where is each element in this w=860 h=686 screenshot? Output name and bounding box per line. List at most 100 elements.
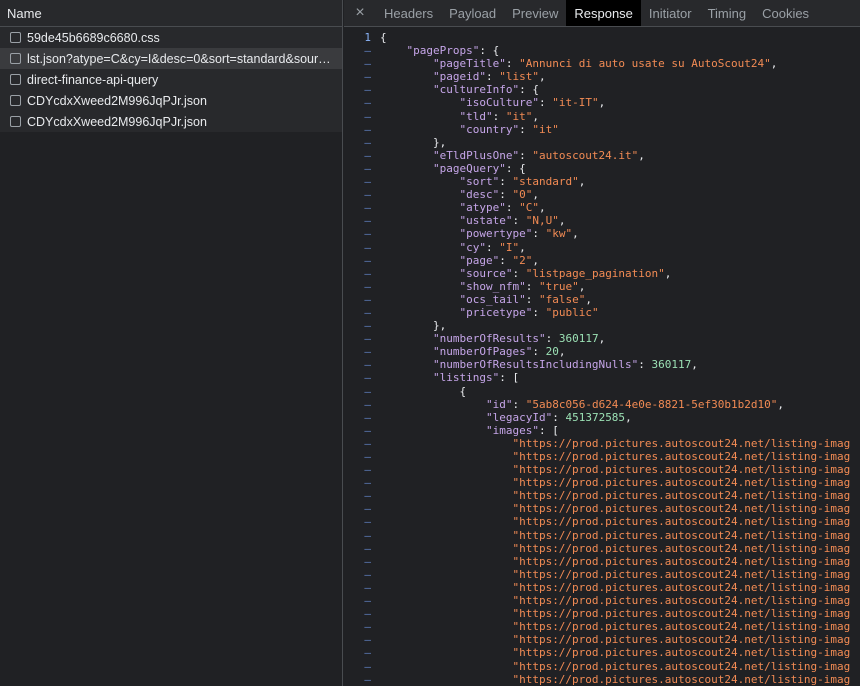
code-line: – "https://prod.pictures.autoscout24.net… — [344, 607, 860, 620]
code-text: "https://prod.pictures.autoscout24.net/l… — [380, 594, 850, 607]
code-text: "desc": "0", — [380, 188, 539, 201]
code-line: – "powertype": "kw", — [344, 227, 860, 240]
close-icon[interactable]: × — [344, 0, 376, 26]
request-row[interactable]: lst.json?atype=C&cy=I&desc=0&sort=standa… — [0, 48, 342, 69]
code-text: "https://prod.pictures.autoscout24.net/l… — [380, 542, 850, 555]
json-key: "listings" — [432, 371, 500, 385]
json-punct: : — [499, 188, 513, 202]
request-checkbox[interactable] — [10, 95, 21, 106]
code-text: "pricetype": "public" — [380, 305, 599, 319]
json-punct: , — [558, 345, 566, 359]
json-punct: , — [664, 266, 672, 280]
code-text: "https://prod.pictures.autoscout24.net/l… — [380, 568, 850, 581]
code-text: "https://prod.pictures.autoscout24.net/l… — [380, 581, 850, 594]
json-punct — [380, 660, 512, 673]
code-line: – "https://prod.pictures.autoscout24.net… — [344, 555, 860, 568]
name-column-header[interactable]: Name — [0, 0, 342, 27]
response-code-viewer[interactable]: 1{– "pageProps": {– "pageTitle": "Annunc… — [344, 27, 860, 686]
json-string: "https://prod.pictures.autoscout24.net/l… — [512, 646, 851, 660]
line-gutter: – — [364, 214, 371, 228]
line-gutter: – — [364, 319, 371, 333]
line-gutter: – — [364, 188, 371, 202]
request-checkbox[interactable] — [10, 116, 21, 127]
code-line: – "https://prod.pictures.autoscout24.net… — [344, 489, 860, 502]
code-text: "powertype": "kw", — [380, 227, 579, 241]
tab-payload[interactable]: Payload — [441, 0, 504, 26]
line-gutter: – — [364, 266, 371, 280]
line-gutter: – — [364, 109, 371, 123]
code-line: – "id": "5ab8c056-d624-4e0e-8821-5ef30b1… — [344, 398, 860, 411]
code-text: "numberOfResults": 360117, — [380, 332, 605, 345]
json-punct — [380, 254, 459, 267]
tab-preview[interactable]: Preview — [504, 0, 566, 26]
json-string: "0" — [512, 188, 533, 202]
tab-headers[interactable]: Headers — [376, 0, 441, 26]
json-string: "it-IT" — [552, 96, 599, 110]
line-gutter: – — [364, 292, 371, 306]
json-punct: , — [572, 227, 579, 241]
code-text: "https://prod.pictures.autoscout24.net/l… — [380, 673, 850, 686]
request-name: 59de45b6689c6680.css — [27, 30, 160, 45]
tab-response[interactable]: Response — [566, 0, 641, 26]
code-text: "source": "listpage_pagination", — [380, 267, 671, 280]
json-string: "true" — [538, 279, 579, 293]
code-line: – "desc": "0", — [344, 188, 860, 201]
json-punct: : — [512, 214, 526, 228]
json-punct — [380, 149, 433, 162]
request-row[interactable]: CDYcdxXweed2M996JqPJr.json — [0, 111, 342, 132]
request-row[interactable]: 59de45b6689c6680.css — [0, 27, 342, 48]
json-punct: , — [638, 148, 645, 162]
json-punct: : — [485, 70, 500, 84]
code-line: – "isoCulture": "it-IT", — [344, 96, 860, 109]
code-text: "tld": "it", — [380, 110, 539, 123]
request-checkbox[interactable] — [10, 53, 21, 64]
json-punct — [380, 371, 433, 384]
json-string: "public" — [545, 305, 599, 319]
json-punct: : { — [519, 83, 539, 97]
code-line: – { — [344, 385, 860, 398]
request-row[interactable]: CDYcdxXweed2M996JqPJr.json — [0, 90, 342, 111]
json-punct: : — [505, 201, 520, 215]
code-line: – "https://prod.pictures.autoscout24.net… — [344, 673, 860, 686]
json-punct — [380, 620, 512, 633]
json-string: "https://prod.pictures.autoscout24.net/l… — [512, 515, 851, 529]
code-line: – "source": "listpage_pagination", — [344, 267, 860, 280]
code-line: – "pageQuery": { — [344, 162, 860, 175]
request-checkbox[interactable] — [10, 74, 21, 85]
json-string: "I" — [499, 240, 520, 254]
code-text: "id": "5ab8c056-d624-4e0e-8821-5ef30b1b2… — [380, 398, 784, 411]
json-punct: : — [519, 122, 533, 136]
code-line: – "https://prod.pictures.autoscout24.net… — [344, 542, 860, 555]
json-number: 20 — [545, 345, 559, 359]
line-gutter: – — [364, 672, 371, 686]
json-punct — [380, 162, 433, 175]
line-gutter: – — [364, 148, 371, 162]
request-checkbox[interactable] — [10, 32, 21, 43]
tab-timing[interactable]: Timing — [700, 0, 755, 26]
json-string: "https://prod.pictures.autoscout24.net/l… — [512, 659, 851, 673]
request-row[interactable]: direct-finance-api-query — [0, 69, 342, 90]
code-line: – "https://prod.pictures.autoscout24.net… — [344, 529, 860, 542]
code-text: "https://prod.pictures.autoscout24.net/l… — [380, 607, 850, 620]
line-gutter: – — [364, 371, 371, 385]
json-punct: : [ — [538, 423, 559, 437]
tab-cookies[interactable]: Cookies — [754, 0, 817, 26]
line-gutter: – — [364, 345, 371, 359]
tab-initiator[interactable]: Initiator — [641, 0, 700, 26]
code-text: "isoCulture": "it-IT", — [380, 96, 605, 109]
code-text: "eTldPlusOne": "autoscout24.it", — [380, 149, 645, 162]
json-punct — [380, 424, 486, 437]
code-line: – "eTldPlusOne": "autoscout24.it", — [344, 149, 860, 162]
code-text: "country": "it" — [380, 122, 558, 136]
json-punct — [380, 280, 459, 293]
json-punct: : — [492, 109, 506, 123]
json-punct — [380, 646, 512, 659]
json-punct — [380, 83, 433, 96]
json-string: "false" — [538, 292, 586, 306]
json-punct: , — [625, 410, 632, 424]
json-punct — [380, 594, 512, 607]
json-punct: : — [538, 96, 553, 110]
code-line: – "https://prod.pictures.autoscout24.net… — [344, 515, 860, 528]
json-punct — [380, 450, 512, 463]
code-text: { — [380, 385, 466, 398]
